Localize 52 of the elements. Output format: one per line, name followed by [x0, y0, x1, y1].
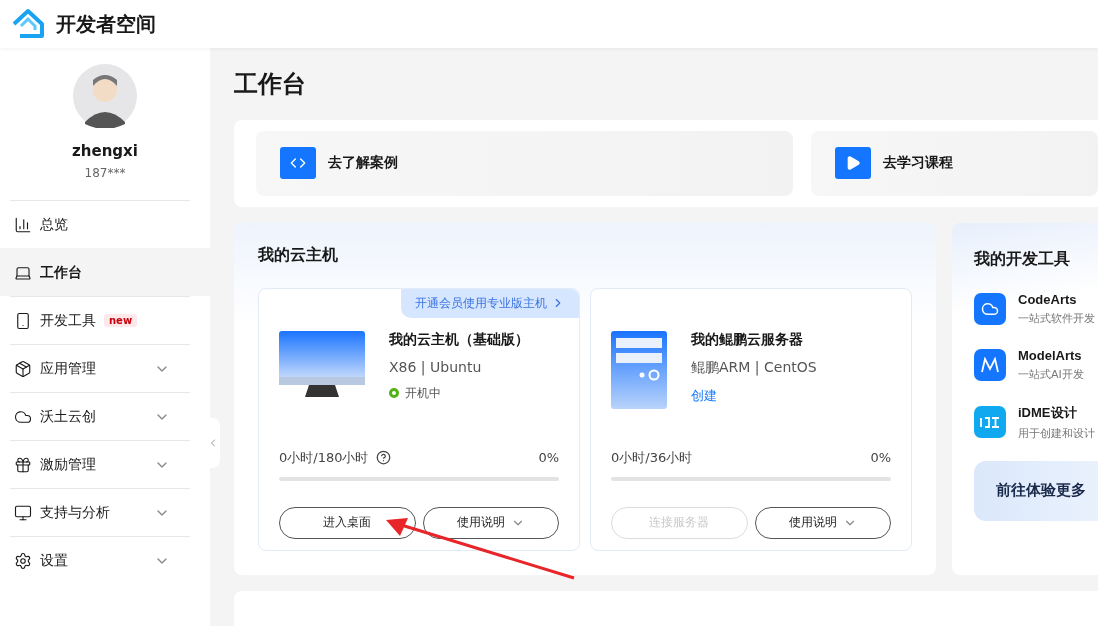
monitor-icon [14, 503, 32, 522]
nav-item[interactable]: 支持与分析 [10, 488, 190, 536]
tool-description: 用于创建和设计 [1018, 425, 1095, 441]
host-spec: X86 | Ubuntu [389, 358, 483, 375]
phone-number: 187*** [83, 166, 127, 180]
nav-item[interactable]: 工作台 [0, 248, 210, 296]
explore-more-banner[interactable]: 前往体验更多 [974, 460, 1098, 521]
create-link[interactable]: 创建 [691, 386, 817, 405]
host-name: 我的云主机（基础版） [389, 330, 529, 349]
m-shape-icon [974, 348, 1006, 381]
section-title: 我的开发工具 [974, 248, 1071, 270]
gift-icon [14, 455, 32, 474]
tool-name[interactable]: CodeArts [1018, 291, 1095, 307]
nav-item[interactable]: 激励管理 [10, 440, 190, 488]
usage-text: 0小时/36小时 [611, 448, 693, 467]
status-text: 开机中 [405, 384, 441, 402]
primary-button[interactable]: 进入桌面 [279, 506, 416, 539]
new-badge: new [104, 314, 138, 327]
tool-description: 一站式软件开发 [1018, 310, 1095, 326]
tool-description: 一站式AI开发 [1018, 366, 1084, 382]
quick-link[interactable]: 去学习课程 [811, 130, 1098, 196]
app-title: 开发者空间 [56, 10, 156, 38]
idme-logo-icon [974, 406, 1006, 438]
usage-percent: 0% [538, 450, 559, 465]
house-logo-icon [10, 8, 46, 40]
nav-item[interactable]: 开发工具 new [10, 296, 190, 344]
page-title: 工作台 [234, 69, 307, 100]
help-icon[interactable] [376, 450, 392, 465]
nav-item[interactable]: 设置 [10, 536, 190, 584]
avatar-silhouette [73, 64, 137, 128]
user-name: zhengxi [71, 142, 139, 160]
quick-link[interactable]: 去了解案例 [256, 130, 793, 196]
chart-icon [14, 215, 32, 234]
usage-text: 0小时/180小时 [279, 448, 369, 467]
status-dot [389, 388, 399, 398]
package-icon [14, 359, 32, 378]
tool-name[interactable]: ModelArts [1018, 347, 1084, 363]
host-spec: 鲲鹏ARM | CentOS [691, 358, 817, 377]
code-window-icon [280, 147, 316, 179]
host-name: 我的鲲鹏云服务器 [691, 330, 804, 349]
nav-item[interactable]: 应用管理 [10, 344, 190, 392]
video-camera-icon [835, 147, 871, 179]
nav-item[interactable]: 沃土云创 [10, 392, 190, 440]
guide-button[interactable]: 使用说明 [422, 506, 559, 539]
section-title: 我的云主机 [258, 244, 339, 266]
tool-name[interactable]: iDME设计 [1018, 403, 1095, 422]
upgrade-link[interactable]: 开通会员使用专业版主机 [401, 288, 579, 318]
cloud-swirl-icon [974, 292, 1006, 325]
guide-button[interactable]: 使用说明 [754, 506, 891, 539]
phone-icon [14, 311, 32, 330]
settings-icon [14, 551, 32, 570]
usage-percent: 0% [870, 450, 891, 465]
